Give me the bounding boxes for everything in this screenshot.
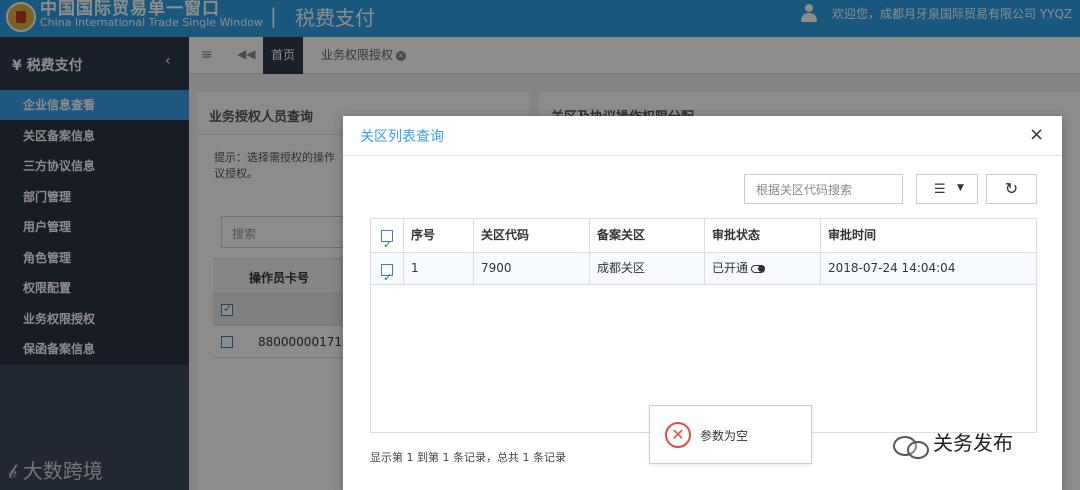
table-header: 序号 关区代码 备案关区 审批状态 审批时间	[371, 219, 1036, 261]
close-icon[interactable]: ×	[1029, 124, 1044, 145]
watermark-text: 关务发布	[933, 431, 1013, 455]
column-header-customs[interactable]: 备案关区	[590, 219, 705, 252]
divider	[343, 155, 1062, 156]
cell-seq: 1	[404, 253, 474, 284]
error-toast: ✕ 参数为空	[649, 405, 812, 464]
pagination-info: 显示第 1 到第 1 条记录，总共 1 条记录	[370, 451, 566, 464]
caret-down-icon: ▼	[957, 183, 964, 193]
modal-title: 关区列表查询	[360, 129, 444, 145]
error-circle-icon: ✕	[665, 422, 691, 448]
toggle-icon[interactable]	[751, 264, 766, 273]
select-all-checkbox[interactable]	[381, 228, 393, 261]
column-header-time[interactable]: 审批时间	[821, 219, 1036, 252]
columns-toggle-button[interactable]: ☰ ▼	[916, 174, 978, 204]
wechat-icon	[893, 433, 929, 459]
cell-time: 2018-07-24 14:04:04	[828, 261, 956, 275]
watermark: 关务发布	[893, 427, 1013, 459]
row-checkbox-cell	[371, 253, 404, 293]
cell-customs: 成都关区	[590, 253, 705, 284]
cell-status: 已开通	[705, 253, 821, 284]
customs-code-search-input[interactable]: 根据关区代码搜索	[744, 174, 903, 204]
cell-code: 7900	[474, 253, 590, 284]
column-header-status[interactable]: 审批状态	[705, 219, 821, 252]
column-header-seq[interactable]: 序号	[404, 219, 474, 252]
customs-table: 序号 关区代码 备案关区 审批状态 审批时间 1 7900 成都关区 已开通 2…	[370, 218, 1037, 464]
status-text: 已开通	[712, 261, 749, 275]
table-row[interactable]: 1 7900 成都关区 已开通 2018-07-24 14:04:04	[371, 253, 1036, 293]
toast-message: 参数为空	[700, 429, 749, 443]
header-checkbox-cell	[371, 219, 404, 261]
refresh-button[interactable]: ↻	[986, 174, 1037, 204]
list-icon: ☰	[934, 182, 946, 197]
column-header-code[interactable]: 关区代码	[474, 219, 590, 252]
row-checkbox[interactable]	[381, 262, 393, 293]
